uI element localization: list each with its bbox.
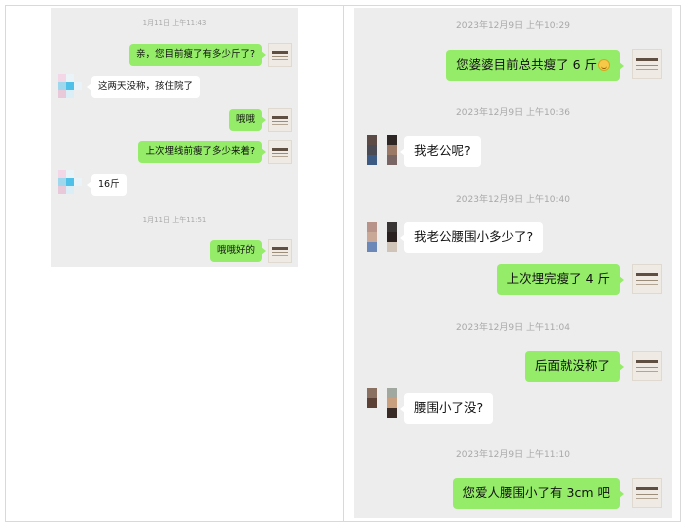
message-bubble-outgoing[interactable]: 上次埋完瘦了 4 斤 bbox=[496, 264, 625, 295]
message-bubble-outgoing[interactable]: 您爱人腰围小了有 3cm 吧 bbox=[452, 478, 625, 509]
message-bubble-outgoing[interactable]: 您婆婆目前总共瘦了 6 斤 bbox=[446, 50, 624, 81]
right-chat-panel: 2023年12月9日 上午10:29 您婆婆目前总共瘦了 6 斤 2023年12… bbox=[354, 8, 672, 518]
message-text: 您婆婆目前总共瘦了 6 斤 bbox=[456, 57, 597, 72]
self-avatar[interactable] bbox=[632, 351, 662, 381]
self-avatar[interactable] bbox=[632, 264, 662, 294]
message-bubble-outgoing[interactable]: 哦哦 bbox=[228, 109, 267, 131]
contact-avatar[interactable] bbox=[58, 74, 82, 98]
contact-avatar[interactable] bbox=[58, 170, 82, 194]
message-bubble-incoming[interactable]: 16斤 bbox=[87, 174, 127, 196]
message-bubble-outgoing[interactable]: 哦哦好的 bbox=[209, 240, 267, 262]
self-avatar[interactable] bbox=[632, 478, 662, 508]
message-bubble-incoming[interactable]: 我老公呢? bbox=[400, 136, 481, 167]
contact-avatar[interactable] bbox=[367, 222, 397, 252]
self-avatar[interactable] bbox=[268, 140, 292, 164]
left-chat-panel: 1月11日 上午11:43 亲，您目前瘦了有多少斤了? 这两天没称，孩住院了 哦… bbox=[51, 8, 298, 267]
self-avatar[interactable] bbox=[268, 43, 292, 67]
timestamp: 2023年12月9日 上午10:29 bbox=[456, 21, 570, 31]
panel-divider bbox=[343, 5, 344, 522]
smile-emoji-icon bbox=[598, 59, 610, 71]
self-avatar[interactable] bbox=[268, 108, 292, 132]
message-bubble-outgoing[interactable]: 上次埋线前瘦了多少来着? bbox=[138, 141, 266, 163]
contact-avatar[interactable] bbox=[367, 135, 397, 165]
message-bubble-incoming[interactable]: 腰围小了没? bbox=[399, 393, 494, 424]
timestamp: 2023年12月9日 上午10:40 bbox=[456, 195, 570, 205]
message-bubble-outgoing[interactable]: 亲，您目前瘦了有多少斤了? bbox=[128, 44, 267, 66]
message-bubble-incoming[interactable]: 这两天没称，孩住院了 bbox=[86, 76, 201, 98]
self-avatar[interactable] bbox=[268, 239, 292, 263]
timestamp: 1月11日 上午11:51 bbox=[142, 216, 207, 224]
message-bubble-outgoing[interactable]: 后面就没称了 bbox=[524, 351, 625, 382]
self-avatar[interactable] bbox=[632, 49, 662, 79]
timestamp: 2023年12月9日 上午11:10 bbox=[456, 450, 570, 460]
timestamp: 1月11日 上午11:43 bbox=[142, 19, 207, 27]
timestamp: 2023年12月9日 上午10:36 bbox=[456, 108, 570, 118]
contact-avatar[interactable] bbox=[367, 388, 397, 418]
message-bubble-incoming[interactable]: 我老公腰围小多少了? bbox=[399, 222, 544, 253]
timestamp: 2023年12月9日 上午11:04 bbox=[456, 323, 570, 333]
